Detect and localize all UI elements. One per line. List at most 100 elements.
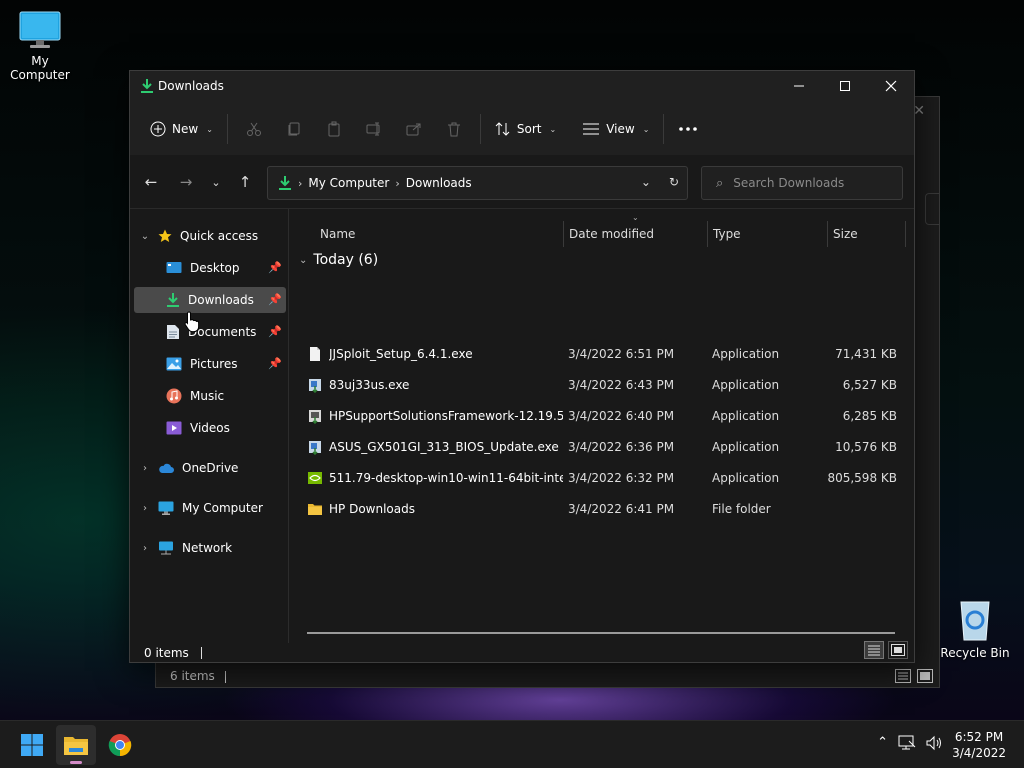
address-bar[interactable]: › My Computer › Downloads ⌄ ↻ bbox=[267, 166, 688, 200]
chevron-right-icon[interactable]: › bbox=[140, 503, 150, 514]
refresh-icon[interactable]: ↻ bbox=[669, 175, 679, 189]
column-divider[interactable] bbox=[563, 221, 564, 247]
copy-button[interactable] bbox=[274, 113, 314, 145]
sidebar-item-label: My Computer bbox=[182, 501, 263, 515]
sidebar-item-videos[interactable]: Videos bbox=[166, 415, 286, 441]
paste-icon bbox=[328, 121, 340, 137]
forward-button[interactable]: → bbox=[173, 171, 199, 193]
clock-date: 3/4/2022 bbox=[952, 746, 1006, 760]
address-actions: ⌄ ↻ bbox=[641, 175, 679, 189]
close-button[interactable] bbox=[868, 71, 914, 101]
chevron-up-icon[interactable]: ⌃ bbox=[877, 735, 888, 751]
pin-icon[interactable]: 📌 bbox=[268, 325, 282, 338]
chevron-right-icon[interactable]: › bbox=[140, 463, 150, 474]
title-bar[interactable]: Downloads bbox=[130, 71, 914, 103]
file-date: 3/4/2022 6:36 PM bbox=[568, 440, 675, 454]
file-row[interactable]: ASUS_GX501GI_313_BIOS_Update.exe 3/4/202… bbox=[307, 433, 907, 461]
maximize-button[interactable] bbox=[822, 71, 868, 101]
paste-button[interactable] bbox=[314, 113, 354, 145]
sort-caret-icon: ⌄ bbox=[632, 213, 639, 222]
file-list: Name Date modified ⌄ Type Size ⌄ Today (… bbox=[289, 209, 914, 643]
sidebar-item-pictures[interactable]: Pictures 📌 bbox=[166, 351, 286, 377]
pin-icon[interactable]: 📌 bbox=[268, 357, 282, 370]
start-button[interactable] bbox=[12, 725, 52, 765]
file-row[interactable]: HPSupportSolutionsFramework-12.19.53....… bbox=[307, 402, 907, 430]
download-icon bbox=[167, 293, 179, 307]
pin-icon[interactable]: 📌 bbox=[268, 261, 282, 274]
chevron-down-icon[interactable]: ⌄ bbox=[641, 175, 651, 189]
system-tray: ⌃ bbox=[877, 735, 944, 751]
plus-circle-icon bbox=[150, 121, 166, 137]
column-header-name[interactable]: Name bbox=[320, 221, 560, 247]
file-row[interactable]: 83uj33us.exe 3/4/2022 6:43 PM Applicatio… bbox=[307, 371, 907, 399]
blank-file-icon bbox=[310, 347, 320, 361]
volume-icon[interactable] bbox=[926, 735, 944, 751]
minimize-button[interactable] bbox=[776, 71, 822, 101]
sidebar-item-network[interactable]: › Network bbox=[140, 535, 280, 561]
desktop-icon-my-computer[interactable]: My Computer bbox=[0, 10, 80, 82]
view-button[interactable]: View ⌄ bbox=[574, 113, 657, 145]
close-icon[interactable]: ✕ bbox=[913, 103, 925, 119]
chevron-down-icon[interactable]: ⌄ bbox=[140, 231, 150, 242]
horizontal-scrollbar[interactable] bbox=[307, 632, 895, 634]
toolbar-divider bbox=[226, 114, 228, 144]
details-view-icon[interactable] bbox=[895, 669, 911, 683]
sidebar-item-desktop[interactable]: Desktop 📌 bbox=[166, 255, 286, 281]
column-divider[interactable] bbox=[905, 221, 906, 247]
delete-button[interactable] bbox=[434, 113, 474, 145]
download-icon bbox=[279, 176, 291, 190]
sidebar-item-label: OneDrive bbox=[182, 461, 239, 475]
chevron-right-icon[interactable]: › bbox=[140, 543, 150, 554]
sidebar-item-quick-access[interactable]: ⌄ Quick access bbox=[140, 223, 280, 249]
column-header-type[interactable]: Type bbox=[713, 221, 827, 247]
recent-locations-button[interactable]: ⌄ bbox=[203, 171, 229, 193]
new-button[interactable]: New ⌄ bbox=[142, 113, 221, 145]
chevron-down-icon[interactable]: ⌄ bbox=[299, 255, 307, 266]
file-size: 805,598 KB bbox=[827, 471, 897, 485]
taskbar-chrome[interactable] bbox=[100, 725, 140, 765]
sidebar-item-my-computer[interactable]: › My Computer bbox=[140, 495, 280, 521]
column-header-date-modified[interactable]: Date modified bbox=[569, 221, 705, 247]
file-date: 3/4/2022 6:41 PM bbox=[568, 502, 675, 516]
share-button[interactable] bbox=[394, 113, 434, 145]
tiles-view-icon bbox=[891, 644, 905, 656]
sidebar-item-downloads[interactable]: Downloads 📌 bbox=[134, 287, 286, 313]
file-row[interactable]: HP Downloads 3/4/2022 6:41 PM File folde… bbox=[307, 495, 907, 523]
column-label: Name bbox=[320, 227, 356, 241]
more-options-button[interactable] bbox=[670, 113, 706, 145]
column-divider[interactable] bbox=[707, 221, 708, 247]
breadcrumb-my-computer[interactable]: My Computer bbox=[308, 176, 389, 190]
group-header-today[interactable]: ⌄ Today (6) bbox=[299, 252, 378, 268]
desktop-icon-recycle-bin[interactable]: Recycle Bin bbox=[935, 598, 1015, 660]
explorer-window[interactable]: Downloads New ⌄ Sort ⌄ View ⌄ ← → ⌄ ↑ › … bbox=[129, 70, 915, 663]
sidebar-item-music[interactable]: Music bbox=[166, 383, 286, 409]
breadcrumb-downloads[interactable]: Downloads bbox=[406, 176, 472, 190]
up-button[interactable]: ↑ bbox=[232, 171, 258, 193]
sort-button[interactable]: Sort ⌄ bbox=[487, 113, 564, 145]
sort-icon bbox=[495, 122, 510, 136]
file-row[interactable]: 511.79-desktop-win10-win11-64bit-inter..… bbox=[307, 464, 907, 492]
pin-icon[interactable]: 📌 bbox=[268, 293, 282, 306]
file-size: 10,576 KB bbox=[835, 440, 897, 454]
search-box[interactable]: ⌕ bbox=[701, 166, 903, 200]
chevron-down-icon: ⌄ bbox=[206, 124, 213, 134]
file-row[interactable]: JJSploit_Setup_6.4.1.exe 3/4/2022 6:51 P… bbox=[307, 340, 907, 368]
tiles-view-icon[interactable] bbox=[917, 669, 933, 683]
clock[interactable]: 6:52 PM 3/4/2022 bbox=[952, 729, 1006, 761]
file-type: Application bbox=[712, 471, 780, 485]
column-divider[interactable] bbox=[827, 221, 828, 247]
file-size: 71,431 KB bbox=[835, 347, 897, 361]
back-button[interactable]: ← bbox=[138, 171, 164, 193]
column-header-size[interactable]: Size bbox=[833, 221, 903, 247]
tiles-view-button[interactable] bbox=[888, 641, 908, 659]
network-status-icon[interactable] bbox=[898, 735, 916, 751]
details-view-button[interactable] bbox=[864, 641, 884, 659]
sidebar-item-onedrive[interactable]: › OneDrive bbox=[140, 455, 280, 481]
document-icon bbox=[167, 325, 179, 339]
rename-button[interactable] bbox=[354, 113, 394, 145]
search-input[interactable] bbox=[733, 176, 884, 190]
cut-button[interactable] bbox=[234, 113, 274, 145]
installer-icon bbox=[309, 379, 321, 393]
new-label: New bbox=[172, 122, 199, 136]
taskbar-file-explorer[interactable] bbox=[56, 725, 96, 765]
